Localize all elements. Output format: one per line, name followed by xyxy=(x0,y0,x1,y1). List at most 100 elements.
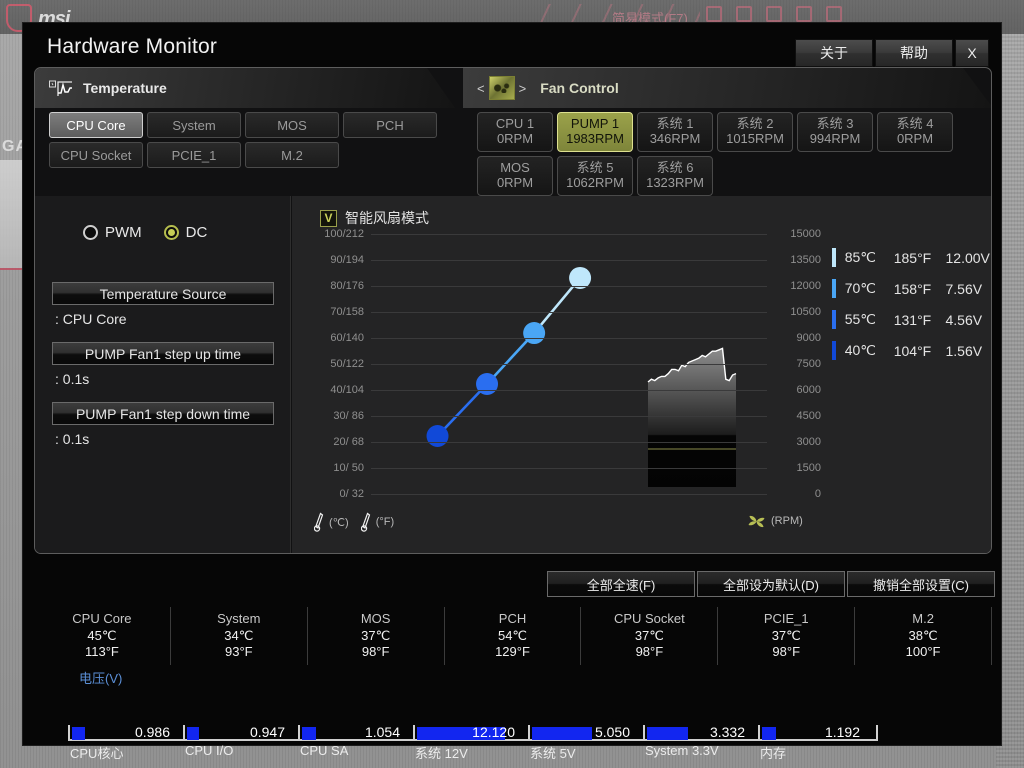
step-down-time-label[interactable]: PUMP Fan1 step down time xyxy=(52,402,274,425)
fan-rpm-history-overlay xyxy=(647,347,737,487)
fan-tab-system-6[interactable]: 系统 6 1323RPM xyxy=(637,156,713,196)
fan-action-button-group: 全部全速(F) 全部设为默认(D) 撤销全部设置(C) xyxy=(547,571,995,597)
fan-tab-row-2: MOS 0RPM 系统 5 1062RPM 系统 6 1323RPM xyxy=(477,156,987,196)
voltage-value: 1.054 xyxy=(364,724,400,740)
chart-gridline xyxy=(371,416,767,417)
rpm-unit-legend: (RPM) xyxy=(747,513,811,529)
fan-mode-radio-group: PWM DC xyxy=(83,224,207,241)
fan-tab-rpm: 1015RPM xyxy=(726,131,784,146)
voltage-value: 1.192 xyxy=(824,724,860,740)
legend-color-swatch xyxy=(832,279,836,298)
legend-row: 40℃ 104°F 1.56V xyxy=(832,335,991,366)
chart-gridline xyxy=(371,494,767,495)
legend-temp-fahrenheit: 185°F xyxy=(893,249,932,266)
all-default-button[interactable]: 全部设为默认(D) xyxy=(697,571,845,597)
fan-tab-system-1[interactable]: 系统 1 346RPM xyxy=(637,112,713,152)
chart-gridline xyxy=(371,234,767,235)
fan-tab-rpm: 0RPM xyxy=(896,131,934,146)
voltage-value: 0.947 xyxy=(249,724,285,740)
close-bios-icon xyxy=(826,6,842,22)
y-tick-temperature: 60/140 xyxy=(330,332,364,344)
legend-color-swatch xyxy=(832,310,836,329)
fan-tab-system-2[interactable]: 系统 2 1015RPM xyxy=(717,112,793,152)
temperature-fahrenheit: 98°F xyxy=(635,644,664,660)
y-tick-rpm: 13500 xyxy=(790,254,821,266)
fan-control-panel-title: Fan Control xyxy=(540,80,619,96)
legend-temp-celsius: 85℃ xyxy=(844,249,877,265)
prev-fan-icon[interactable]: < xyxy=(477,81,485,96)
fan-curve-plot-area[interactable] xyxy=(371,234,767,495)
tab-pch[interactable]: PCH xyxy=(343,112,437,138)
temperature-fahrenheit: 93°F xyxy=(224,644,253,660)
y-tick-rpm: 0 xyxy=(814,488,821,500)
tab-mos[interactable]: MOS xyxy=(245,112,339,138)
tab-m2[interactable]: M.2 xyxy=(245,142,339,168)
y-tick-temperature: 50/122 xyxy=(330,358,364,370)
voltage-item: 12.120 系统 12V xyxy=(413,717,525,763)
radio-dc-dot xyxy=(163,225,179,240)
next-fan-icon[interactable]: > xyxy=(519,81,527,96)
radio-dc[interactable]: DC xyxy=(163,224,208,241)
chart-gridline xyxy=(371,286,767,287)
help-button[interactable]: 帮助 xyxy=(875,39,953,67)
temperature-fahrenheit: 98°F xyxy=(772,644,801,660)
revert-all-button[interactable]: 撤销全部设置(C) xyxy=(847,571,995,597)
fan-curve-legend: 85℃ 185°F 12.00V 70℃ 158°F 7.56V 55℃ 131°F 4.56V… xyxy=(832,242,991,366)
radio-pwm[interactable]: PWM xyxy=(83,224,142,241)
fan-tab-name: 系统 4 xyxy=(896,116,934,132)
thermometer-celsius-icon xyxy=(313,512,325,532)
y-tick-temperature: 30/ 86 xyxy=(333,410,364,422)
fan-tab-cpu-1[interactable]: CPU 1 0RPM xyxy=(477,112,553,152)
legend-row: 85℃ 185°F 12.00V xyxy=(832,242,991,273)
fan-settings-sidebar: PWM DC Temperature Source : CPU Core PUM… xyxy=(35,196,291,553)
all-full-speed-button[interactable]: 全部全速(F) xyxy=(547,571,695,597)
fan-curve-point-3[interactable] xyxy=(523,322,546,345)
y-tick-temperature: 90/194 xyxy=(330,254,364,266)
fan-tab-name: 系统 5 xyxy=(576,160,614,176)
y-tick-rpm: 9000 xyxy=(796,332,821,344)
voltage-tick xyxy=(413,725,415,739)
tab-system[interactable]: System xyxy=(147,112,241,138)
fan-tab-rpm: 0RPM xyxy=(496,175,534,190)
alert-icon xyxy=(796,6,812,22)
tab-cpu-core[interactable]: CPU Core xyxy=(49,112,143,138)
y-tick-rpm: 7500 xyxy=(796,358,821,370)
y-tick-rpm: 15000 xyxy=(790,228,821,240)
temperature-celsius: 54℃ xyxy=(497,627,528,643)
about-button[interactable]: 关于 xyxy=(795,39,873,67)
y-tick-rpm: 12000 xyxy=(790,280,821,292)
fan-tab-mos[interactable]: MOS 0RPM xyxy=(477,156,553,196)
radio-dc-label: DC xyxy=(185,224,208,241)
temperature-sensor-name: MOS xyxy=(360,611,391,627)
fan-curve-point-2[interactable] xyxy=(476,373,499,396)
fan-tab-system-5[interactable]: 系统 5 1062RPM xyxy=(557,156,633,196)
temperature-source-value: : CPU Core xyxy=(55,311,127,327)
fan-tab-name: MOS xyxy=(500,160,530,176)
voltage-rail-name: 系统 12V xyxy=(415,746,468,761)
chart-gridline xyxy=(371,468,767,469)
chart-gridline xyxy=(371,260,767,261)
fahrenheit-unit-label: (°F) xyxy=(375,516,395,528)
temperature-celsius: 37℃ xyxy=(361,627,391,643)
fan-tab-system-3[interactable]: 系统 3 994RPM xyxy=(797,112,873,152)
tab-cpu-socket[interactable]: CPU Socket xyxy=(49,142,143,168)
temperature-tab-row-1: CPU Core System MOS PCH xyxy=(49,112,459,138)
close-button[interactable]: X xyxy=(955,39,989,67)
voltage-bar xyxy=(762,727,777,740)
voltage-tick xyxy=(183,725,185,739)
voltage-rail-name: System 3.3V xyxy=(645,743,719,758)
fan-tab-system-4[interactable]: 系统 4 0RPM xyxy=(877,112,953,152)
chart-gridline xyxy=(371,338,767,339)
step-up-time-label[interactable]: PUMP Fan1 step up time xyxy=(52,342,274,365)
temperature-sensor-name: PCH xyxy=(498,611,527,627)
temperature-summary-strip: CPU Core 45℃ 113°F System 34℃ 93°F MOS 37℃ 98°F P… xyxy=(34,607,993,665)
temperature-sensor-name: System xyxy=(217,611,261,627)
fan-curve-point-1[interactable] xyxy=(426,425,449,448)
fan-tab-name: CPU 1 xyxy=(495,116,535,132)
tab-pcie-1[interactable]: PCIE_1 xyxy=(147,142,241,168)
fan-tab-pump-1[interactable]: PUMP 1 1983RPM xyxy=(557,112,633,152)
temperature-source-label[interactable]: Temperature Source xyxy=(52,282,274,305)
temperature-cell: M.2 38℃ 100°F xyxy=(855,607,993,665)
fan-curve-pane: V 智能风扇模式 100/212 90/194 80/176 70/158 60/140… xyxy=(292,196,991,553)
legend-row: 55℃ 131°F 4.56V xyxy=(832,304,991,335)
